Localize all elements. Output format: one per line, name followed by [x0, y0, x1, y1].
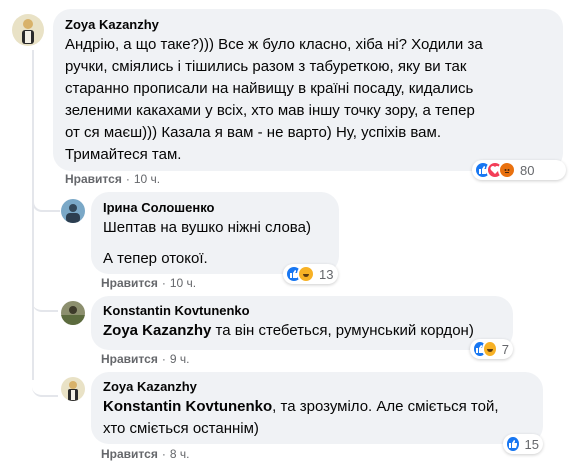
reaction-count: 13 [319, 266, 334, 282]
comment-time[interactable]: 8 ч. [170, 447, 190, 461]
like-button[interactable]: Нравится [65, 172, 122, 186]
comment-actions: Нравится · 10 ч. [65, 172, 160, 186]
comment-actions: Нравится · 10 ч. [101, 276, 196, 290]
angry-reaction-icon [498, 161, 516, 179]
comment-text: Konstantin Kovtunenko, та зрозуміло. Але… [103, 398, 499, 415]
thread-branch [32, 375, 58, 397]
comment-time[interactable]: 10 ч. [134, 172, 160, 186]
comment-actions: Нравится · 9 ч. [101, 352, 189, 366]
thread-branch [32, 290, 58, 312]
reaction-count: 80 [520, 162, 535, 178]
avatar[interactable] [12, 14, 44, 46]
separator: · [161, 352, 166, 366]
comment-author[interactable]: Zoya Kazanzhy [65, 17, 551, 32]
comment-bubble: Konstantin Kovtunenko Zoya Kazanzhy та в… [91, 296, 513, 350]
avatar[interactable] [61, 301, 85, 325]
comment-author[interactable]: Konstantin Kovtunenko [103, 303, 501, 318]
separator: · [161, 447, 166, 461]
comment-text: Андрію, а що таке?))) Все ж було класно,… [65, 36, 483, 163]
avatar[interactable] [61, 199, 85, 223]
reactions-summary[interactable]: 7 [470, 339, 513, 359]
haha-reaction-icon [297, 265, 315, 283]
separator: · [125, 172, 130, 186]
reaction-count: 15 [524, 436, 539, 452]
separator: · [161, 276, 166, 290]
mention-link[interactable]: Konstantin Kovtunenko [103, 398, 272, 415]
comment-bubble: Ірина Солошенко Шептав на вушко ніжні сл… [91, 192, 339, 274]
reactions-summary[interactable]: 80 [472, 160, 566, 180]
comment-text: хто сміється останнім) [103, 420, 259, 437]
comment-author[interactable]: Zoya Kazanzhy [103, 379, 531, 394]
like-reaction-icon [505, 435, 521, 453]
like-button[interactable]: Нравится [101, 447, 158, 461]
like-button[interactable]: Нравится [101, 276, 158, 290]
mention-link[interactable]: Zoya Kazanzhy [103, 322, 211, 339]
comment-author[interactable]: Ірина Солошенко [103, 200, 327, 215]
thread-line [32, 200, 34, 380]
comment-time[interactable]: 10 ч. [170, 276, 196, 290]
comment-actions: Нравится · 8 ч. [101, 447, 189, 461]
like-button[interactable]: Нравится [101, 352, 158, 366]
comment-bubble: Zoya Kazanzhy Konstantin Kovtunenko, та … [91, 372, 543, 444]
avatar[interactable] [61, 377, 85, 401]
comment-time[interactable]: 9 ч. [170, 352, 190, 366]
haha-reaction-icon [481, 340, 498, 358]
thread-branch [32, 190, 60, 212]
comment-text: Zoya Kazanzhy та він стебеться, румунськ… [103, 322, 474, 339]
comment-bubble: Zoya Kazanzhy Андрію, а що таке?))) Все … [53, 9, 563, 171]
reaction-count: 7 [501, 341, 509, 357]
reactions-summary[interactable]: 13 [283, 264, 338, 284]
reactions-summary[interactable]: 15 [503, 434, 543, 454]
comment-text: Шептав на вушко ніжні слова) [103, 219, 311, 236]
